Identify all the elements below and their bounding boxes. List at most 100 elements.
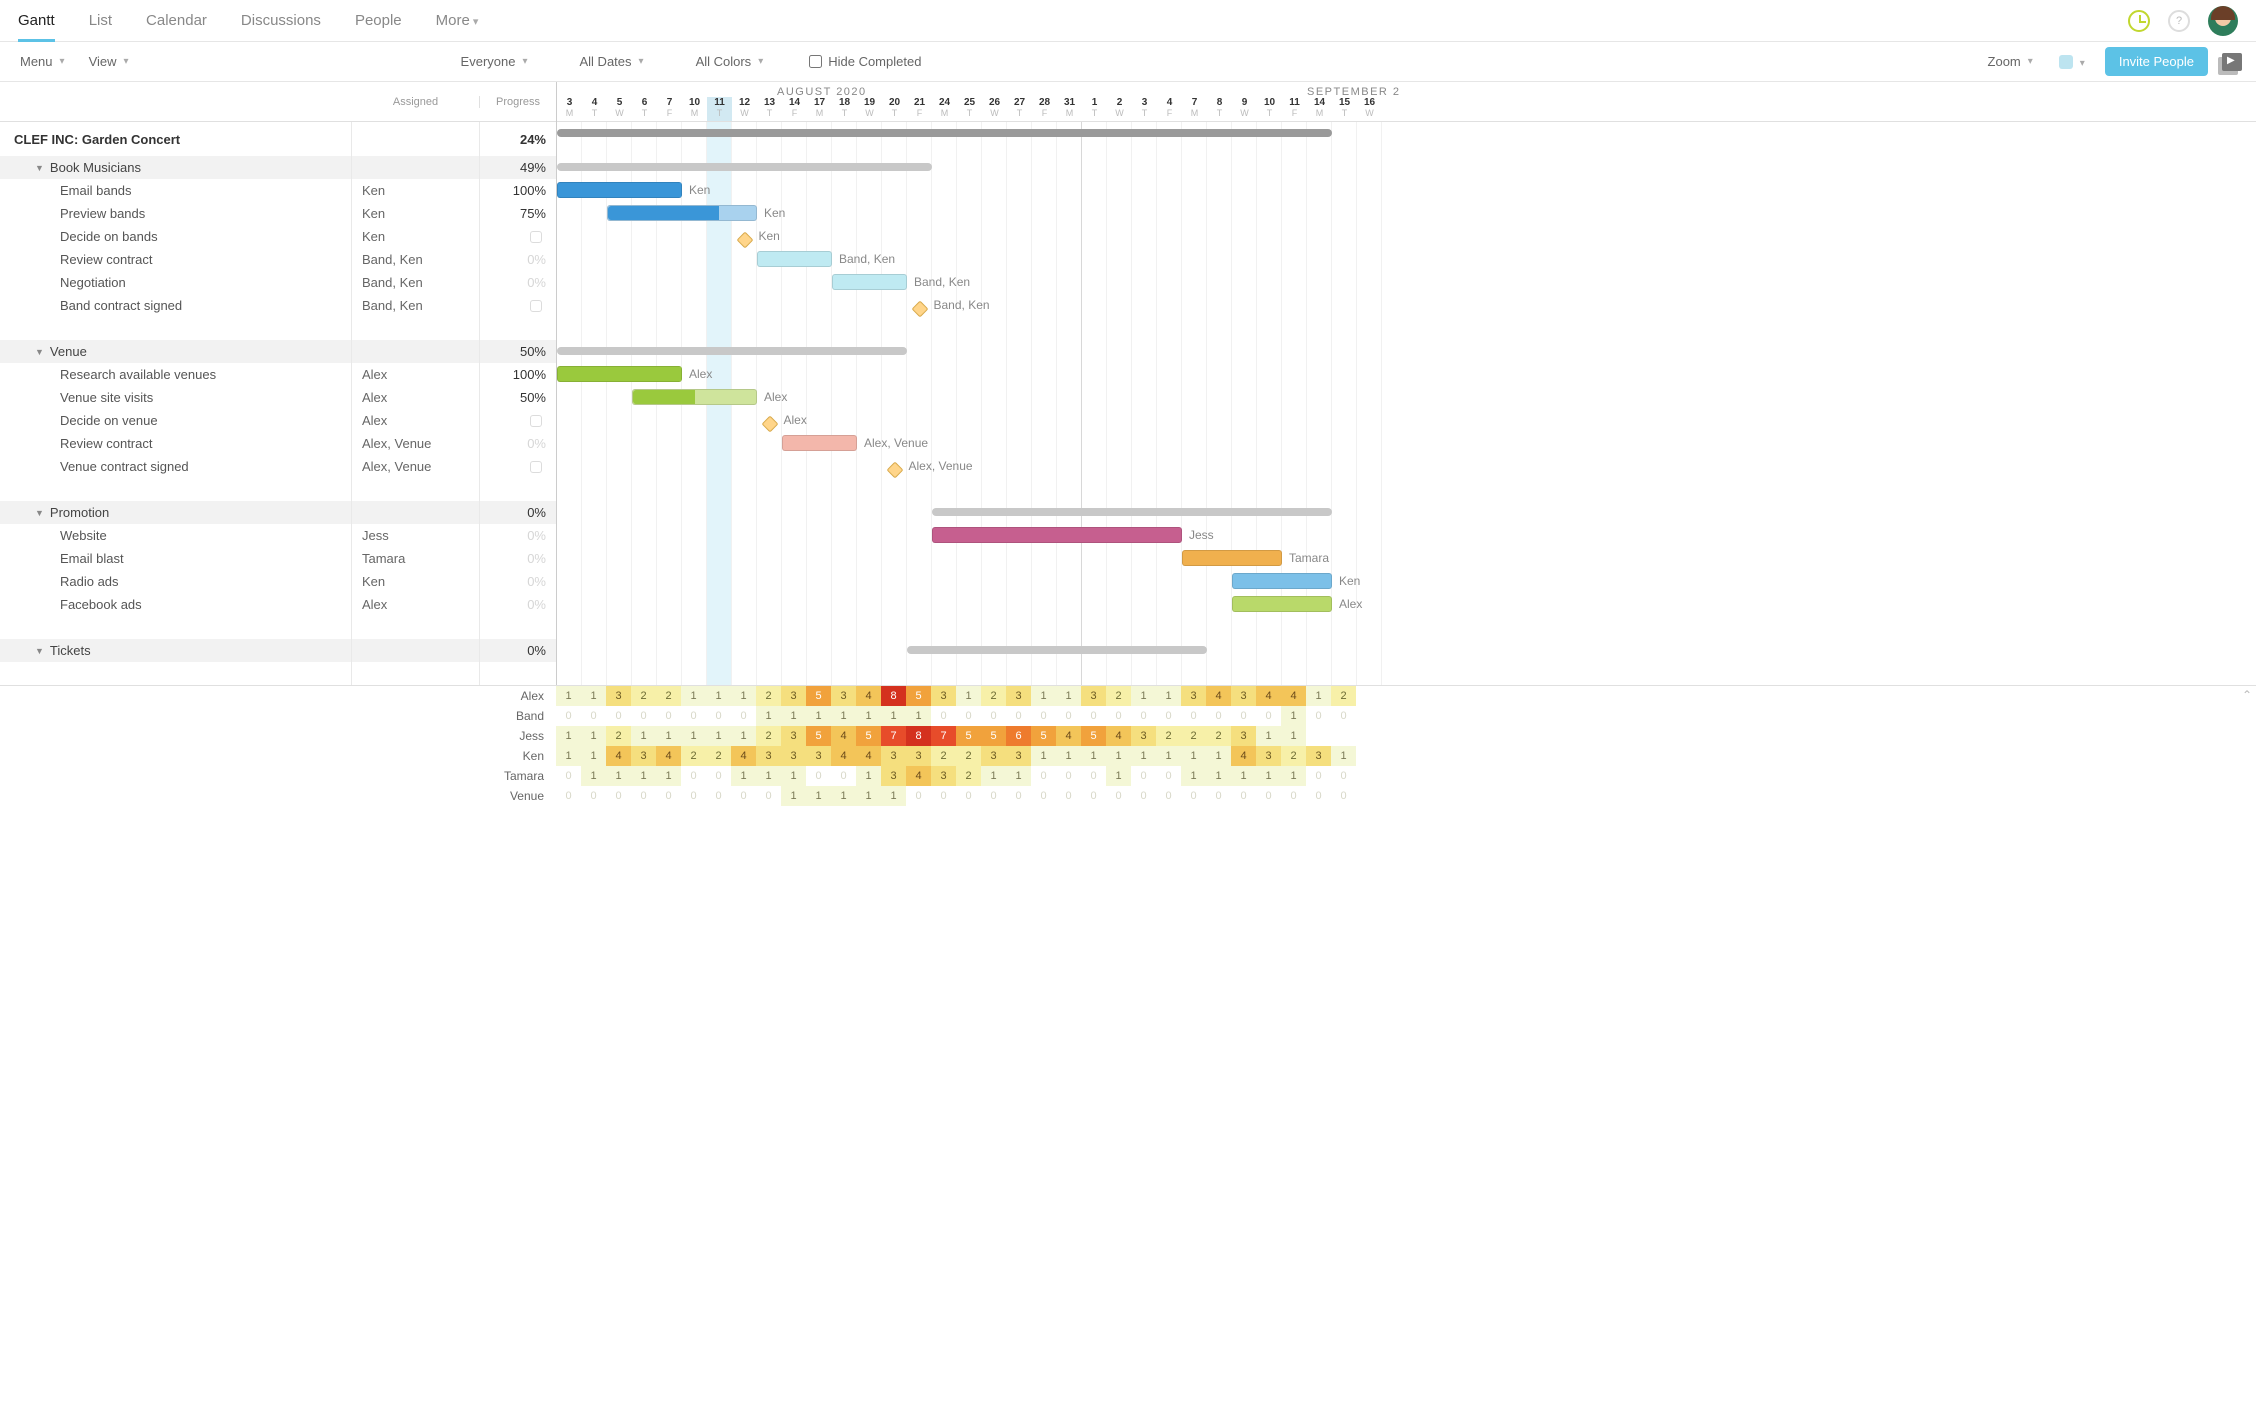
nav-tab-discussions[interactable]: Discussions — [241, 2, 321, 39]
col-header-assigned[interactable]: Assigned — [352, 96, 480, 108]
task-bar[interactable]: Tamara — [1182, 550, 1282, 566]
task-bar[interactable]: Alex — [557, 366, 682, 382]
nav-tab-more[interactable]: More — [436, 2, 479, 39]
nav-tab-calendar[interactable]: Calendar — [146, 2, 207, 39]
menu-dropdown[interactable]: Menu — [14, 54, 71, 69]
workload-cell: 1 — [556, 726, 581, 746]
zoom-dropdown[interactable]: Zoom — [1982, 54, 2039, 69]
task-row[interactable]: NegotiationBand, Ken0% — [0, 271, 556, 294]
task-bar[interactable]: Ken — [1232, 573, 1332, 589]
highlight-color-dropdown[interactable] — [2053, 54, 2091, 69]
task-bar[interactable]: Jess — [932, 527, 1182, 543]
task-row[interactable]: Decide on bandsKen — [0, 225, 556, 248]
task-name: Preview bands — [60, 206, 145, 221]
workload-cell: 0 — [1031, 786, 1056, 806]
bar-label: Ken — [689, 183, 710, 197]
task-row[interactable] — [0, 616, 556, 639]
workload-cell — [1356, 706, 1381, 726]
workload-cell: 2 — [1281, 746, 1306, 766]
task-assigned: Alex — [352, 363, 480, 386]
collapse-icon[interactable]: ▼ — [35, 347, 44, 357]
task-row[interactable]: ▼Venue50% — [0, 340, 556, 363]
collapse-icon[interactable]: ▼ — [35, 646, 44, 656]
task-row[interactable]: ▼Promotion0% — [0, 501, 556, 524]
summary-bar[interactable] — [557, 163, 932, 171]
task-row[interactable]: Email bandsKen100% — [0, 179, 556, 202]
progress-checkbox[interactable] — [530, 300, 542, 312]
nav-tab-people[interactable]: People — [355, 2, 402, 39]
task-row[interactable]: WebsiteJess0% — [0, 524, 556, 547]
progress-checkbox[interactable] — [530, 461, 542, 473]
workload-cell: 2 — [931, 746, 956, 766]
workload-cell: 2 — [956, 766, 981, 786]
help-icon[interactable]: ? — [2168, 10, 2190, 32]
task-name: Negotiation — [60, 275, 126, 290]
task-progress — [480, 616, 556, 639]
workload-cell: 0 — [631, 786, 656, 806]
task-row[interactable]: Venue contract signedAlex, Venue — [0, 455, 556, 478]
task-row[interactable]: ▼Book Musicians49% — [0, 156, 556, 179]
task-row[interactable]: Review contractBand, Ken0% — [0, 248, 556, 271]
task-row[interactable]: Venue site visitsAlex50% — [0, 386, 556, 409]
invite-people-button[interactable]: Invite People — [2105, 47, 2208, 76]
col-header-progress[interactable]: Progress — [480, 96, 556, 108]
task-row[interactable]: Preview bandsKen75% — [0, 202, 556, 225]
collapse-icon[interactable]: ▼ — [35, 163, 44, 173]
avatar[interactable] — [2208, 6, 2238, 36]
task-row[interactable]: Radio adsKen0% — [0, 570, 556, 593]
hide-completed-checkbox[interactable] — [809, 55, 822, 68]
task-bar[interactable]: Alex — [1232, 596, 1332, 612]
workload-cell: 3 — [781, 746, 806, 766]
task-assigned: Alex — [352, 593, 480, 616]
swatch-icon — [2059, 55, 2073, 69]
filter-people[interactable]: Everyone — [455, 54, 534, 69]
milestone[interactable] — [761, 416, 778, 433]
workload-cell: 0 — [1156, 706, 1181, 726]
progress-checkbox[interactable] — [530, 415, 542, 427]
workload-cell: 0 — [1031, 706, 1056, 726]
day-header: 28F — [1032, 97, 1057, 121]
task-row[interactable] — [0, 662, 556, 685]
workload-cell: 0 — [1056, 786, 1081, 806]
task-row[interactable]: ▼Tickets0% — [0, 639, 556, 662]
milestone[interactable] — [736, 232, 753, 249]
task-row[interactable]: Decide on venueAlex — [0, 409, 556, 432]
task-row[interactable]: Review contractAlex, Venue0% — [0, 432, 556, 455]
workload-cell: 0 — [581, 706, 606, 726]
task-row[interactable] — [0, 317, 556, 340]
task-row[interactable]: Band contract signedBand, Ken — [0, 294, 556, 317]
task-bar[interactable]: Ken — [607, 205, 757, 221]
view-dropdown[interactable]: View — [83, 54, 135, 69]
task-row[interactable]: Research available venuesAlex100% — [0, 363, 556, 386]
task-bar[interactable]: Ken — [557, 182, 682, 198]
presentation-icon[interactable] — [2222, 53, 2242, 71]
clock-icon[interactable] — [2128, 10, 2150, 32]
task-bar[interactable]: Band, Ken — [757, 251, 832, 267]
nav-tab-gantt[interactable]: Gantt — [18, 2, 55, 39]
progress-checkbox[interactable] — [530, 231, 542, 243]
summary-bar[interactable] — [932, 508, 1332, 516]
filter-colors[interactable]: All Colors — [690, 54, 770, 69]
workload-cell: 0 — [1181, 786, 1206, 806]
task-bar[interactable]: Alex — [632, 389, 757, 405]
summary-bar[interactable] — [557, 347, 907, 355]
task-row[interactable] — [0, 478, 556, 501]
scroll-up-icon[interactable]: ⌃ — [2242, 688, 2252, 702]
day-header: 7M — [1182, 97, 1207, 121]
task-bar[interactable]: Alex, Venue — [782, 435, 857, 451]
milestone[interactable] — [911, 301, 928, 318]
milestone[interactable] — [886, 462, 903, 479]
task-bar[interactable]: Band, Ken — [832, 274, 907, 290]
workload-cell: 0 — [1281, 786, 1306, 806]
task-row[interactable]: CLEF INC: Garden Concert24% — [0, 122, 556, 156]
workload-cell: 3 — [806, 746, 831, 766]
summary-bar[interactable] — [557, 129, 1332, 137]
collapse-icon[interactable]: ▼ — [35, 508, 44, 518]
summary-bar[interactable] — [907, 646, 1207, 654]
hide-completed-toggle[interactable]: Hide Completed — [809, 54, 921, 69]
nav-tab-list[interactable]: List — [89, 2, 112, 39]
task-row[interactable]: Facebook adsAlex0% — [0, 593, 556, 616]
workload-cell: 6 — [1006, 726, 1031, 746]
task-row[interactable]: Email blastTamara0% — [0, 547, 556, 570]
filter-dates[interactable]: All Dates — [574, 54, 650, 69]
